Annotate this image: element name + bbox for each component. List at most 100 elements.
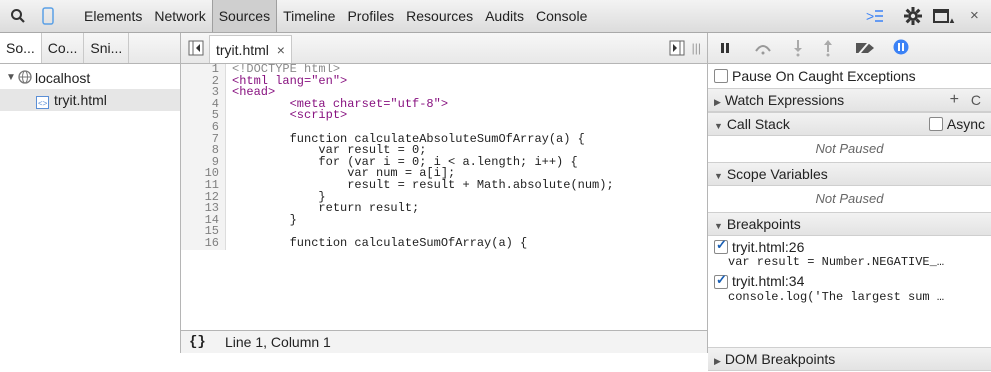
breakpoint-location[interactable]: tryit.html:26 xyxy=(732,239,804,255)
debugger-sidebar: Pause On Caught Exceptions ▶ Watch Expre… xyxy=(708,33,991,371)
tab-snippets[interactable]: Sni... xyxy=(84,33,130,63)
step-into-icon[interactable] xyxy=(793,39,803,60)
breakpoint-item[interactable]: tryit.html:26 xyxy=(708,237,991,255)
tab-elements[interactable]: Elements xyxy=(78,0,148,32)
html-file-icon: <> xyxy=(36,93,49,115)
expand-triangle-icon[interactable]: ▼ xyxy=(6,67,16,89)
breakpoint-location[interactable]: tryit.html:34 xyxy=(732,273,804,289)
call-stack-header[interactable]: ▼ Call Stack Async xyxy=(708,112,991,136)
navigator-tabs: So... Co... Sni... xyxy=(0,33,180,64)
deactivate-breakpoints-icon[interactable] xyxy=(854,40,876,58)
svg-text:<>: <> xyxy=(38,99,48,108)
pause-on-caught-row[interactable]: Pause On Caught Exceptions xyxy=(708,64,991,88)
line-number[interactable]: 13 xyxy=(181,202,226,215)
line-number[interactable]: 3 xyxy=(181,86,226,99)
toggle-debugger-icon[interactable] xyxy=(669,40,685,59)
editor-status-bar: {} Line 1, Column 1 xyxy=(181,330,707,353)
device-icon[interactable] xyxy=(42,7,54,28)
line-number[interactable]: 6 xyxy=(181,121,226,134)
section-title: DOM Breakpoints xyxy=(724,351,836,367)
tab-profiles[interactable]: Profiles xyxy=(341,0,400,32)
expand-triangle-icon: ▼ xyxy=(714,121,723,131)
globe-icon xyxy=(18,68,32,90)
svg-text:>: > xyxy=(866,8,874,24)
step-over-icon[interactable] xyxy=(754,41,772,58)
editor-pane: tryit.html × ||| 1 <!DOCTYPE html> 2 <html… xyxy=(181,33,708,353)
line-number[interactable]: 7 xyxy=(181,133,226,146)
cursor-position: Line 1, Column 1 xyxy=(225,334,331,350)
async-checkbox[interactable] xyxy=(928,117,943,132)
pretty-print-button[interactable]: {} xyxy=(189,331,206,353)
expand-triangle-icon: ▼ xyxy=(714,171,723,181)
tab-sources-navigator[interactable]: So... xyxy=(0,33,42,63)
collapse-triangle-icon: ▶ xyxy=(714,97,721,107)
call-stack-status: Not Paused xyxy=(815,141,884,156)
line-number[interactable]: 8 xyxy=(181,144,226,157)
tab-content-scripts[interactable]: Co... xyxy=(42,33,85,63)
dock-icon[interactable]: ▲ xyxy=(933,8,956,27)
step-out-icon[interactable] xyxy=(823,39,833,60)
line-number[interactable]: 12 xyxy=(181,191,226,204)
splitter-handle-icon[interactable]: ||| xyxy=(692,41,701,55)
file-tab-label: tryit.html xyxy=(216,42,269,58)
pause-on-caught-label: Pause On Caught Exceptions xyxy=(732,68,916,84)
breakpoint-checkbox[interactable] xyxy=(714,272,728,289)
line-number[interactable]: 1 xyxy=(181,64,226,76)
section-title: Breakpoints xyxy=(726,216,801,232)
tab-sources[interactable]: Sources xyxy=(211,0,278,32)
tab-timeline[interactable]: Timeline xyxy=(277,0,341,32)
section-title: Call Stack xyxy=(726,116,790,132)
line-number[interactable]: 14 xyxy=(181,214,226,227)
line-number[interactable]: 5 xyxy=(181,110,226,122)
collapse-triangle-icon: ▶ xyxy=(714,356,721,366)
tree-item-label: tryit.html xyxy=(54,92,107,108)
toggle-navigator-icon[interactable] xyxy=(188,40,204,59)
search-icon[interactable] xyxy=(10,8,26,27)
tab-resources[interactable]: Resources xyxy=(400,0,479,32)
pause-on-caught-checkbox[interactable] xyxy=(714,69,728,84)
watch-expressions-header[interactable]: ▶ Watch Expressions + C xyxy=(708,88,991,112)
line-number[interactable]: 11 xyxy=(181,179,226,192)
console-drawer-icon[interactable]: > xyxy=(866,8,884,27)
code-line: 16 function calculateSumOfArray(a) { xyxy=(181,235,707,250)
line-number[interactable]: 2 xyxy=(181,75,226,88)
line-number[interactable]: 10 xyxy=(181,168,226,180)
breakpoint-code: console.log('The largest sum … xyxy=(728,289,945,304)
breakpoints-header[interactable]: ▼ Breakpoints xyxy=(708,212,991,236)
close-tab-icon[interactable]: × xyxy=(277,42,285,58)
tab-network[interactable]: Network xyxy=(148,0,211,32)
breakpoint-checkbox[interactable] xyxy=(714,237,728,255)
close-icon[interactable]: × xyxy=(970,7,979,24)
async-label: Async xyxy=(946,116,985,132)
section-title: Watch Expressions xyxy=(724,92,845,108)
refresh-icon[interactable]: C xyxy=(971,89,981,111)
tree-item-label: localhost xyxy=(35,70,91,86)
file-tab-tryit[interactable]: tryit.html × xyxy=(209,35,292,63)
tab-console[interactable]: Console xyxy=(530,0,593,32)
tab-audits[interactable]: Audits xyxy=(479,0,530,32)
code-text: } xyxy=(232,212,297,227)
dom-breakpoints-header[interactable]: ▶ DOM Breakpoints xyxy=(708,347,991,371)
gear-icon[interactable] xyxy=(904,7,922,28)
line-number[interactable]: 9 xyxy=(181,156,226,169)
pause-on-exceptions-icon[interactable] xyxy=(893,39,909,58)
code-line: 5 <script> xyxy=(181,108,707,123)
tree-item-localhost[interactable]: ▼ localhost xyxy=(0,67,180,89)
add-watch-icon[interactable]: + xyxy=(950,89,959,111)
line-number[interactable]: 16 xyxy=(181,237,226,250)
scope-variables-header[interactable]: ▼ Scope Variables xyxy=(708,162,991,186)
breakpoint-list: tryit.html:26 var result = Number.NEGATI… xyxy=(708,236,991,304)
code-text: function calculateSumOfArray(a) { xyxy=(232,235,528,250)
breakpoint-code: var result = Number.NEGATIVE_… xyxy=(728,255,945,270)
scope-status: Not Paused xyxy=(815,191,884,206)
async-toggle[interactable]: Async xyxy=(928,113,985,135)
line-number[interactable]: 4 xyxy=(181,98,226,111)
tree-item-tryit-html[interactable]: <> tryit.html xyxy=(0,89,180,111)
breakpoint-item[interactable]: tryit.html:34 xyxy=(708,272,991,289)
line-number[interactable]: 15 xyxy=(181,226,226,238)
code-editor[interactable]: 1 <!DOCTYPE html> 2 <html lang="en"> 3 <hea… xyxy=(181,64,707,332)
editor-tabs: tryit.html × ||| xyxy=(181,33,707,64)
navigator-pane: So... Co... Sni... ▼ localhost <> tryit.… xyxy=(0,33,181,353)
code-text: <script> xyxy=(232,108,348,123)
pause-icon[interactable] xyxy=(720,41,730,57)
